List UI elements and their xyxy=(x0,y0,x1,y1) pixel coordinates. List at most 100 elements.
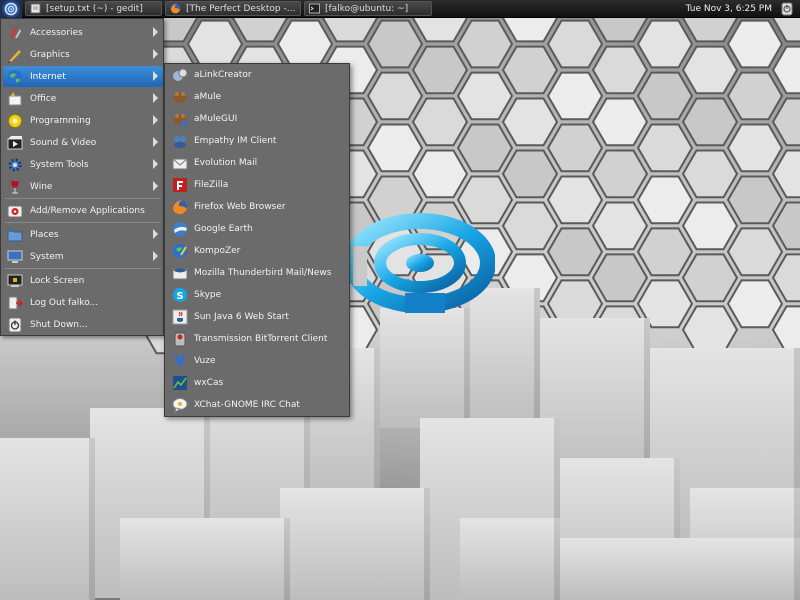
xchat-icon xyxy=(172,398,188,413)
app-filezilla[interactable]: FileZilla xyxy=(167,174,349,196)
main-menu-button[interactable] xyxy=(0,0,22,18)
wine-icon xyxy=(11,180,19,193)
menu-item-graphics[interactable]: Graphics xyxy=(3,44,163,65)
app-label: aLinkCreator xyxy=(194,70,252,80)
google-earth-icon xyxy=(173,222,187,236)
menu-item-label: Office xyxy=(30,93,57,104)
menu-item-shut-down[interactable]: Shut Down... xyxy=(3,314,163,335)
menu-item-accessories[interactable]: Accessories xyxy=(3,22,163,43)
menu-item-sound-video[interactable]: Sound & Video xyxy=(3,132,163,153)
menu-item-add-remove[interactable]: Add/Remove Applications xyxy=(3,200,163,221)
submenu-arrow-icon xyxy=(153,115,158,125)
places-icon xyxy=(7,230,23,241)
menu-item-lock-screen[interactable]: Lock Screen xyxy=(3,270,163,291)
app-amule[interactable]: aMule xyxy=(167,86,349,108)
menu-item-label: Sound & Video xyxy=(30,137,97,148)
menu-item-label: Add/Remove Applications xyxy=(30,205,145,216)
submenu-arrow-icon xyxy=(153,93,158,103)
app-wxcas[interactable]: wxCas xyxy=(167,372,349,394)
menu-item-label: Accessories xyxy=(30,27,83,38)
internet-icon xyxy=(8,69,22,84)
menu-item-label: System xyxy=(30,251,64,262)
alinkcreator-icon xyxy=(173,68,188,81)
app-label: wxCas xyxy=(194,378,224,388)
app-label: Firefox Web Browser xyxy=(194,202,286,212)
sound-video-icon xyxy=(7,135,23,149)
app-thunderbird[interactable]: Mozilla Thunderbird Mail/News xyxy=(167,262,349,284)
lock-icon xyxy=(7,274,23,287)
transmission-icon xyxy=(174,332,186,347)
menu-item-system[interactable]: System xyxy=(3,246,163,267)
java-icon xyxy=(172,309,188,325)
submenu-arrow-icon xyxy=(153,49,158,59)
filezilla-icon xyxy=(173,178,187,192)
session-power-icon[interactable] xyxy=(780,2,794,16)
app-firefox[interactable]: Firefox Web Browser xyxy=(167,196,349,218)
submenu-arrow-icon xyxy=(153,27,158,37)
ubuntu-studio-logo xyxy=(345,213,495,313)
menu-item-programming[interactable]: Programming xyxy=(3,110,163,131)
menu-item-places[interactable]: Places xyxy=(3,224,163,245)
gedit-icon xyxy=(30,3,41,14)
programming-icon xyxy=(8,113,22,128)
menu-item-internet[interactable]: Internet xyxy=(3,66,163,87)
submenu-arrow-icon xyxy=(153,71,158,81)
menu-item-label: Lock Screen xyxy=(30,275,85,286)
app-alinkcreator[interactable]: aLinkCreator xyxy=(167,64,349,86)
office-icon xyxy=(8,91,22,105)
clock[interactable]: Tue Nov 3, 6:25 PM xyxy=(686,4,772,14)
app-skype[interactable]: S Skype xyxy=(167,284,349,306)
menu-item-label: Programming xyxy=(30,115,91,126)
menu-item-label: Places xyxy=(30,229,59,240)
logout-icon xyxy=(8,296,23,309)
svg-text:S: S xyxy=(176,291,183,302)
submenu-arrow-icon xyxy=(153,251,158,261)
app-label: Mozilla Thunderbird Mail/News xyxy=(194,268,332,278)
shutdown-icon xyxy=(8,317,22,332)
ubuntu-studio-menu-icon xyxy=(4,2,18,15)
app-label: Sun Java 6 Web Start xyxy=(194,312,289,322)
app-label: Google Earth xyxy=(194,224,253,234)
menu-item-office[interactable]: Office xyxy=(3,88,163,109)
taskbar-firefox-label: [The Perfect Desktop -... xyxy=(186,3,296,14)
system-tools-icon xyxy=(8,158,22,171)
app-label: aMuleGUI xyxy=(194,114,238,124)
app-label: Vuze xyxy=(194,356,216,366)
app-kompozer[interactable]: KompoZer xyxy=(167,240,349,262)
app-label: Empathy IM Client xyxy=(194,136,277,146)
submenu-arrow-icon xyxy=(153,229,158,239)
app-empathy[interactable]: Empathy IM Client xyxy=(167,130,349,152)
evolution-mail-icon xyxy=(172,158,188,170)
terminal-icon xyxy=(309,3,320,14)
menu-item-log-out[interactable]: Log Out falko... xyxy=(3,292,163,313)
menu-item-label: Wine xyxy=(30,181,53,192)
app-amulegui[interactable]: aMuleGUI xyxy=(167,108,349,130)
taskbar-terminal[interactable]: [falko@ubuntu: ~] xyxy=(304,1,432,16)
graphics-icon xyxy=(8,49,21,63)
menu-item-wine[interactable]: Wine xyxy=(3,176,163,197)
app-label: FileZilla xyxy=(194,180,229,190)
wallpaper-block xyxy=(460,518,560,600)
top-panel: [setup.txt (~) - gedit] [The Perfect Des… xyxy=(0,0,800,18)
menu-item-label: Graphics xyxy=(30,49,70,60)
internet-submenu: aLinkCreator aMule aMuleGUI Empathy IM C… xyxy=(164,63,350,417)
menu-separator xyxy=(5,198,161,199)
firefox-icon xyxy=(173,200,187,215)
wallpaper-block xyxy=(0,438,95,600)
menu-item-system-tools[interactable]: System Tools xyxy=(3,154,163,175)
app-vuze[interactable]: Vuze xyxy=(167,350,349,372)
taskbar-firefox[interactable]: [The Perfect Desktop -... xyxy=(165,1,301,16)
app-google-earth[interactable]: Google Earth xyxy=(167,218,349,240)
app-java-web-start[interactable]: Sun Java 6 Web Start xyxy=(167,306,349,328)
firefox-icon xyxy=(170,3,181,14)
taskbar-gedit[interactable]: [setup.txt (~) - gedit] xyxy=(25,1,162,16)
app-transmission[interactable]: Transmission BitTorrent Client xyxy=(167,328,349,350)
menu-item-label: Internet xyxy=(30,71,66,82)
system-icon xyxy=(7,250,23,263)
app-label: Evolution Mail xyxy=(194,158,258,168)
thunderbird-icon xyxy=(172,268,188,280)
menu-item-label: System Tools xyxy=(30,159,89,170)
app-xchat-gnome[interactable]: XChat-GNOME IRC Chat xyxy=(167,394,349,416)
app-evolution-mail[interactable]: Evolution Mail xyxy=(167,152,349,174)
add-remove-icon xyxy=(7,205,23,217)
